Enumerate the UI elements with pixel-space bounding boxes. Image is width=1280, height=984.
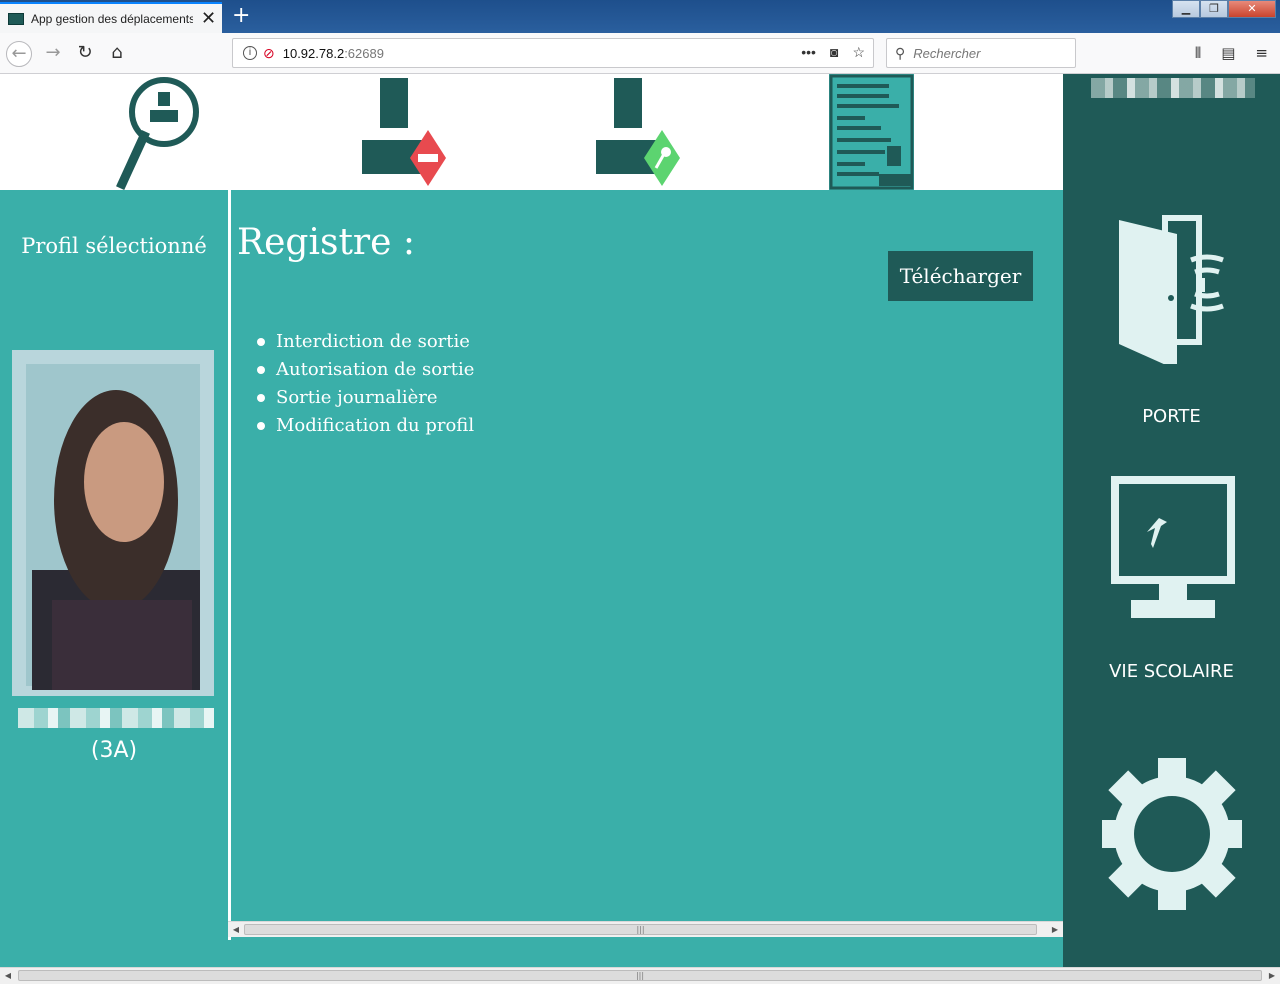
back-button[interactable]: ← [6,41,32,67]
sidebar-item-label: VIE SCOLAIRE [1109,661,1234,682]
sidebar-item-settings[interactable] [1063,754,1280,919]
content-scrollbar[interactable]: ◀ ||| ▶ [228,921,1063,937]
maximize-button[interactable]: ❐ [1200,0,1228,18]
register-tool[interactable] [829,74,914,190]
browser-tab[interactable]: App gestion des déplacements ✕ [0,2,222,33]
monitor-icon [1110,476,1235,618]
document-list-icon [829,74,914,190]
pocket-icon[interactable]: ◙ [830,44,838,61]
list-item[interactable]: Interdiction de sortie [257,328,474,356]
insecure-lock-icon: ⊘ [263,44,275,61]
register-list: Interdiction de sortie Autorisation de s… [257,328,474,440]
home-button[interactable]: ⌂ [104,41,130,67]
person-no-entry-icon [362,78,446,186]
list-item[interactable]: Autorisation de sortie [257,356,474,384]
page-actions-icon[interactable]: ••• [801,44,816,61]
search-placeholder: Rechercher [913,45,981,61]
browser-navbar: ← → ↻ ⌂ i ⊘ 10.92.78.2 :62689 ••• ◙ ☆ ⚲ … [0,33,1280,74]
magnifier-person-icon [116,77,199,190]
sidebar-item-porte[interactable]: PORTE [1063,214,1280,427]
browser-titlebar: App gestion des déplacements ✕ + ▁ ❐ ✕ [0,0,1280,33]
scroll-left-icon[interactable]: ◀ [228,922,244,937]
gear-icon [1095,758,1248,910]
menu-icon[interactable]: ≡ [1255,44,1268,62]
profile-panel: Profil sélectionné (3A) [0,190,228,967]
url-host: 10.92.78.2 [282,45,345,61]
reload-button[interactable]: ↻ [72,41,98,67]
close-window-button[interactable]: ✕ [1228,0,1276,18]
door-icon [1118,215,1224,364]
user-name-redacted [1091,78,1255,98]
tab-title: App gestion des déplacements [31,11,193,26]
bookmark-star-icon[interactable]: ☆ [852,44,865,61]
page-scrollbar[interactable]: ◀ ||| ▶ [0,967,1280,984]
scroll-thumb[interactable]: ||| [244,924,1037,935]
search-icon: ⚲ [895,44,906,61]
info-icon[interactable]: i [243,46,257,60]
right-sidebar: PORTE VIE SCOLAIRE [1063,74,1280,967]
browser-toolbar-icons: ⫴ ▤ ≡ [1195,44,1268,62]
exit-authorization-tool[interactable] [590,74,690,190]
search-bar[interactable]: ⚲ Rechercher [886,38,1076,68]
new-tab-button[interactable]: + [232,4,250,28]
search-profile-tool[interactable] [110,74,210,190]
window-controls: ▁ ❐ ✕ [1172,0,1276,18]
sidebar-item-label: PORTE [1142,406,1201,427]
scroll-left-icon[interactable]: ◀ [0,968,16,983]
exit-ban-tool[interactable] [356,74,456,190]
profile-class: (3A) [90,738,138,763]
sidebar-item-vie-scolaire[interactable]: VIE SCOLAIRE [1063,472,1280,682]
list-item[interactable]: Sortie journalière [257,384,474,412]
scroll-thumb[interactable]: ||| [18,970,1262,981]
url-port: :62689 [344,45,384,61]
library-icon[interactable]: ⫴ [1195,44,1201,62]
url-actions: ••• ◙ ☆ [801,44,865,61]
forward-button[interactable]: → [40,41,66,67]
register-content: Registre : Télécharger Interdiction de s… [231,190,1063,920]
scroll-right-icon[interactable]: ▶ [1047,922,1063,937]
sidebar-toggle-icon[interactable]: ▤ [1221,44,1235,62]
favicon-icon [8,12,24,25]
url-bar[interactable]: i ⊘ 10.92.78.2 :62689 ••• ◙ ☆ [232,38,874,68]
close-tab-icon[interactable]: ✕ [201,9,216,28]
minimize-button[interactable]: ▁ [1172,0,1200,18]
page-title: Registre : [237,222,415,263]
profile-photo [12,350,214,696]
person-key-icon [596,78,680,186]
profile-name-redacted [18,708,214,728]
app-toolbar [0,74,1063,190]
list-item[interactable]: Modification du profil [257,412,474,440]
scroll-right-icon[interactable]: ▶ [1264,968,1280,983]
profile-heading: Profil sélectionné [21,234,207,258]
download-button[interactable]: Télécharger [888,251,1033,301]
